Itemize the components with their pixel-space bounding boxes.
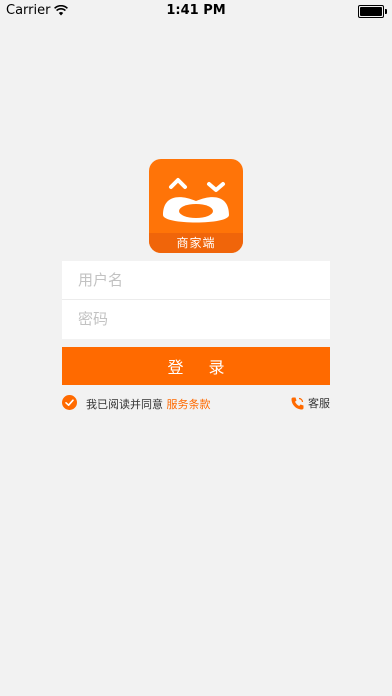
- agreement-text: 我已阅读并同意: [86, 398, 163, 411]
- login-form: [62, 261, 330, 339]
- agreement-row: 我已阅读并同意 服务条款 客服: [62, 394, 330, 412]
- terms-link[interactable]: 服务条款: [167, 398, 211, 411]
- username-input[interactable]: [76, 270, 310, 290]
- battery-icon: [358, 5, 387, 18]
- panda-face-icon: [163, 178, 229, 223]
- login-button[interactable]: 登 录: [62, 347, 330, 385]
- logo-label: 商家端: [149, 233, 243, 253]
- customer-service-button[interactable]: 客服: [290, 395, 330, 411]
- customer-service-label: 客服: [308, 397, 330, 410]
- username-field-row: [62, 261, 330, 299]
- password-field-row: [62, 300, 330, 338]
- phone-icon: [291, 397, 304, 409]
- checkmark-icon: [65, 399, 74, 406]
- status-bar: Carrier 1:41 PM: [0, 0, 392, 22]
- password-input[interactable]: [76, 309, 310, 329]
- status-time: 1:41 PM: [166, 3, 226, 18]
- agreement-text-wrap: 我已阅读并同意 服务条款: [86, 396, 211, 412]
- agree-checkbox[interactable]: [62, 395, 77, 410]
- app-logo: 商家端: [149, 159, 243, 253]
